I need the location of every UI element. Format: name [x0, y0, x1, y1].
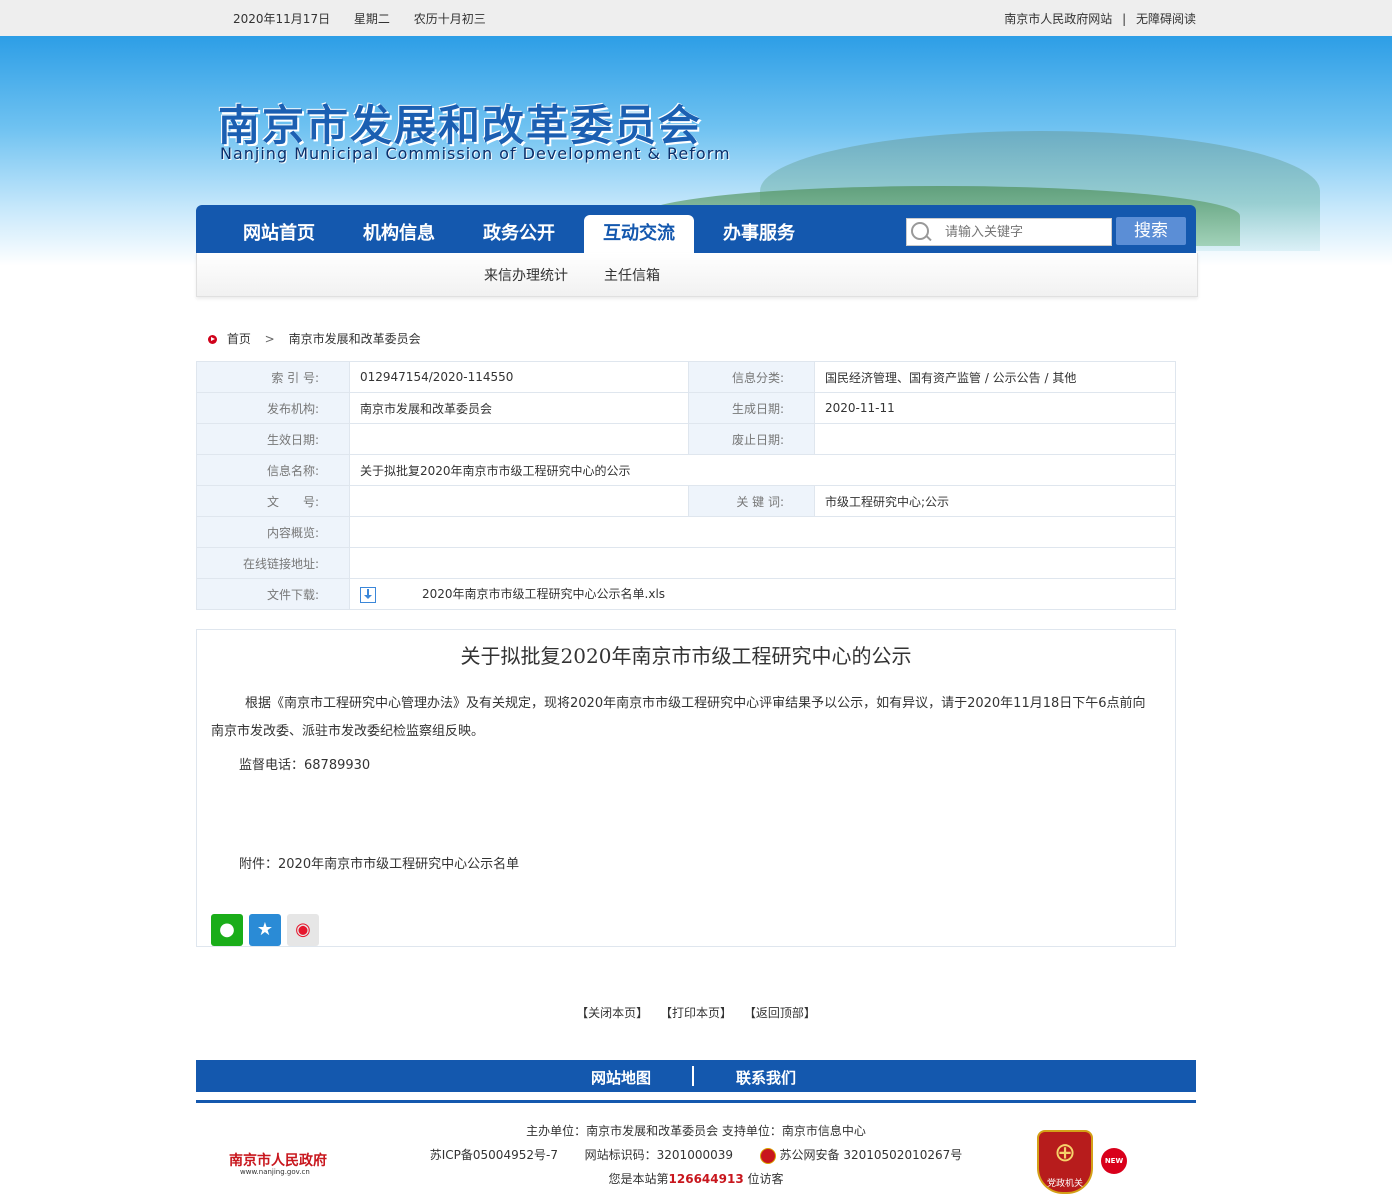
- lunar-date: 农历十月初三: [413, 12, 486, 26]
- top-bar: 2020年11月17日 星期二 农历十月初三 南京市人民政府网站 | 无障碍阅读: [0, 0, 1392, 36]
- visitor-prefix: 您是本站第: [608, 1172, 669, 1186]
- supervision-phone: 监督电话：68789930: [239, 758, 371, 773]
- visitor-suffix: 位访客: [743, 1172, 784, 1186]
- top-link-separator: |: [1122, 12, 1127, 26]
- publisher-value: 南京市发展和改革委员会: [349, 392, 689, 424]
- online-link-value: [349, 547, 1176, 579]
- info-table: 索 引 号: 012947154/2020-114550 信息分类: 国民经济管…: [196, 361, 1176, 610]
- nav-gov-affairs[interactable]: 政务公开: [464, 215, 574, 253]
- gov-site-link[interactable]: 南京市人民政府网站: [1004, 12, 1112, 26]
- party-gov-badge[interactable]: ⊕ 党政机关: [1037, 1130, 1093, 1194]
- site-id: 网站标识码：3201000039: [584, 1148, 734, 1162]
- abolish-date-label: 废止日期:: [688, 423, 815, 455]
- sitemap-link[interactable]: 网站地图: [591, 1067, 651, 1088]
- top-links: 南京市人民政府网站 | 无障碍阅读: [1004, 10, 1196, 27]
- breadcrumb-current[interactable]: 南京市发展和改革委员会: [289, 332, 421, 346]
- category-value: 国民经济管理、国有资产监管 / 公示公告 / 其他: [814, 361, 1176, 393]
- visitor-counter: 您是本站第126644913 位访客: [0, 1170, 1392, 1187]
- breadcrumb: 首页 > 南京市发展和改革委员会: [208, 330, 421, 347]
- close-page-link[interactable]: 【关闭本页】: [576, 1006, 648, 1020]
- eff-date-value: [349, 423, 689, 455]
- index-value: 012947154/2020-114550: [349, 361, 689, 393]
- article-body: 关于拟批复2020年南京市市级工程研究中心的公示 根据《南京市工程研究中心管理办…: [196, 629, 1176, 947]
- publisher-label: 发布机构:: [196, 392, 350, 424]
- sub-nav: 来信办理统计 主任信箱: [196, 253, 1198, 297]
- contact-link[interactable]: 联系我们: [736, 1067, 796, 1088]
- accessibility-link[interactable]: 无障碍阅读: [1136, 12, 1196, 26]
- search-box: [906, 218, 1112, 246]
- download-icon[interactable]: [360, 586, 376, 603]
- eff-date-label: 生效日期:: [196, 423, 350, 455]
- info-name-label: 信息名称:: [196, 454, 350, 486]
- nav-organization[interactable]: 机构信息: [344, 215, 454, 253]
- keywords-label: 关 键 词:: [688, 485, 815, 517]
- police-record[interactable]: 苏公网安备 32010502010267号: [780, 1148, 963, 1162]
- date-info: 2020年11月17日 星期二 农历十月初三: [233, 10, 506, 27]
- summary-label: 内容概览:: [196, 516, 350, 548]
- breadcrumb-home[interactable]: 首页: [227, 332, 251, 346]
- subnav-letter-stats[interactable]: 来信办理统计: [484, 265, 568, 285]
- party-emblem-icon: ⊕: [1054, 1138, 1076, 1168]
- site-title-en: Nanjing Municipal Commission of Developm…: [220, 144, 731, 163]
- home-icon: [208, 335, 217, 344]
- footer-nav: 网站地图 联系我们: [196, 1060, 1196, 1092]
- summary-value: [349, 516, 1176, 548]
- footer-registration: 苏ICP备05004952号-7 网站标识码：3201000039 苏公网安备 …: [0, 1146, 1392, 1164]
- icp-number[interactable]: 苏ICP备05004952号-7: [430, 1148, 558, 1162]
- gen-date-value: 2020-11-11: [814, 392, 1176, 424]
- print-page-link[interactable]: 【打印本页】: [660, 1006, 732, 1020]
- current-date: 2020年11月17日: [233, 12, 331, 26]
- footer-nav-divider: [692, 1066, 694, 1086]
- info-name-value: 关于拟批复2020年南京市市级工程研究中心的公示: [349, 454, 1176, 486]
- breadcrumb-arrow: >: [264, 332, 275, 346]
- doc-no-value: [349, 485, 689, 517]
- search-input[interactable]: [943, 222, 1107, 242]
- abolish-date-value: [814, 423, 1176, 455]
- weekday: 星期二: [353, 12, 390, 26]
- table-row: 索 引 号: 012947154/2020-114550 信息分类: 国民经济管…: [196, 361, 1176, 393]
- table-row: 文件下载: 2020年南京市市级工程研究中心公示名单.xls: [196, 578, 1176, 610]
- table-row: 文 号: 关 键 词: 市级工程研究中心;公示: [196, 485, 1176, 517]
- category-label: 信息分类:: [688, 361, 815, 393]
- qzone-icon: ★: [256, 919, 274, 940]
- qzone-share-button[interactable]: ★: [249, 914, 281, 946]
- table-row: 在线链接地址:: [196, 547, 1176, 579]
- search-icon: [911, 222, 929, 240]
- table-row: 信息名称: 关于拟批复2020年南京市市级工程研究中心的公示: [196, 454, 1176, 486]
- table-row: 内容概览:: [196, 516, 1176, 548]
- table-row: 发布机构: 南京市发展和改革委员会 生成日期: 2020-11-11: [196, 392, 1176, 424]
- article-title: 关于拟批复2020年南京市市级工程研究中心的公示: [460, 644, 912, 668]
- police-badge-icon: [759, 1147, 776, 1164]
- nav-home[interactable]: 网站首页: [224, 215, 334, 253]
- attachment-text: 附件：2020年南京市市级工程研究中心公示名单: [239, 857, 520, 872]
- footer-divider: [196, 1100, 1196, 1103]
- main-nav: 网站首页 机构信息 政务公开 互动交流 办事服务 搜索: [196, 205, 1196, 253]
- nav-services[interactable]: 办事服务: [704, 215, 814, 253]
- search-button[interactable]: 搜索: [1116, 217, 1186, 245]
- visitor-count: 126644913: [668, 1172, 744, 1186]
- back-to-top-link[interactable]: 【返回顶部】: [744, 1006, 816, 1020]
- keywords-value: 市级工程研究中心;公示: [814, 485, 1176, 517]
- footer-host: 主办单位：南京市发展和改革委员会 支持单位：南京市信息中心: [526, 1124, 866, 1138]
- table-row: 生效日期: 废止日期:: [196, 423, 1176, 455]
- weibo-icon: ◉: [295, 919, 311, 940]
- article-paragraph: 根据《南京市工程研究中心管理办法》及有关规定，现将2020年南京市市级工程研究中…: [211, 696, 1146, 739]
- download-cell: 2020年南京市市级工程研究中心公示名单.xls: [349, 578, 1176, 610]
- gen-date-label: 生成日期:: [688, 392, 815, 424]
- download-file-link[interactable]: 2020年南京市市级工程研究中心公示名单.xls: [422, 587, 665, 601]
- page-actions: 【关闭本页】 【打印本页】 【返回顶部】: [0, 1004, 1392, 1021]
- new-badge: NEW: [1101, 1148, 1127, 1174]
- party-badge-label: 党政机关: [1046, 1179, 1083, 1189]
- wechat-icon: ●: [219, 919, 235, 940]
- subnav-director-mailbox[interactable]: 主任信箱: [604, 265, 660, 285]
- nav-interaction[interactable]: 互动交流: [584, 215, 694, 253]
- weibo-share-button[interactable]: ◉: [287, 914, 319, 946]
- index-label: 索 引 号:: [196, 361, 350, 393]
- wechat-share-button[interactable]: ●: [211, 914, 243, 946]
- online-link-label: 在线链接地址:: [196, 547, 350, 579]
- doc-no-label: 文 号:: [196, 485, 350, 517]
- download-label: 文件下载:: [196, 578, 350, 610]
